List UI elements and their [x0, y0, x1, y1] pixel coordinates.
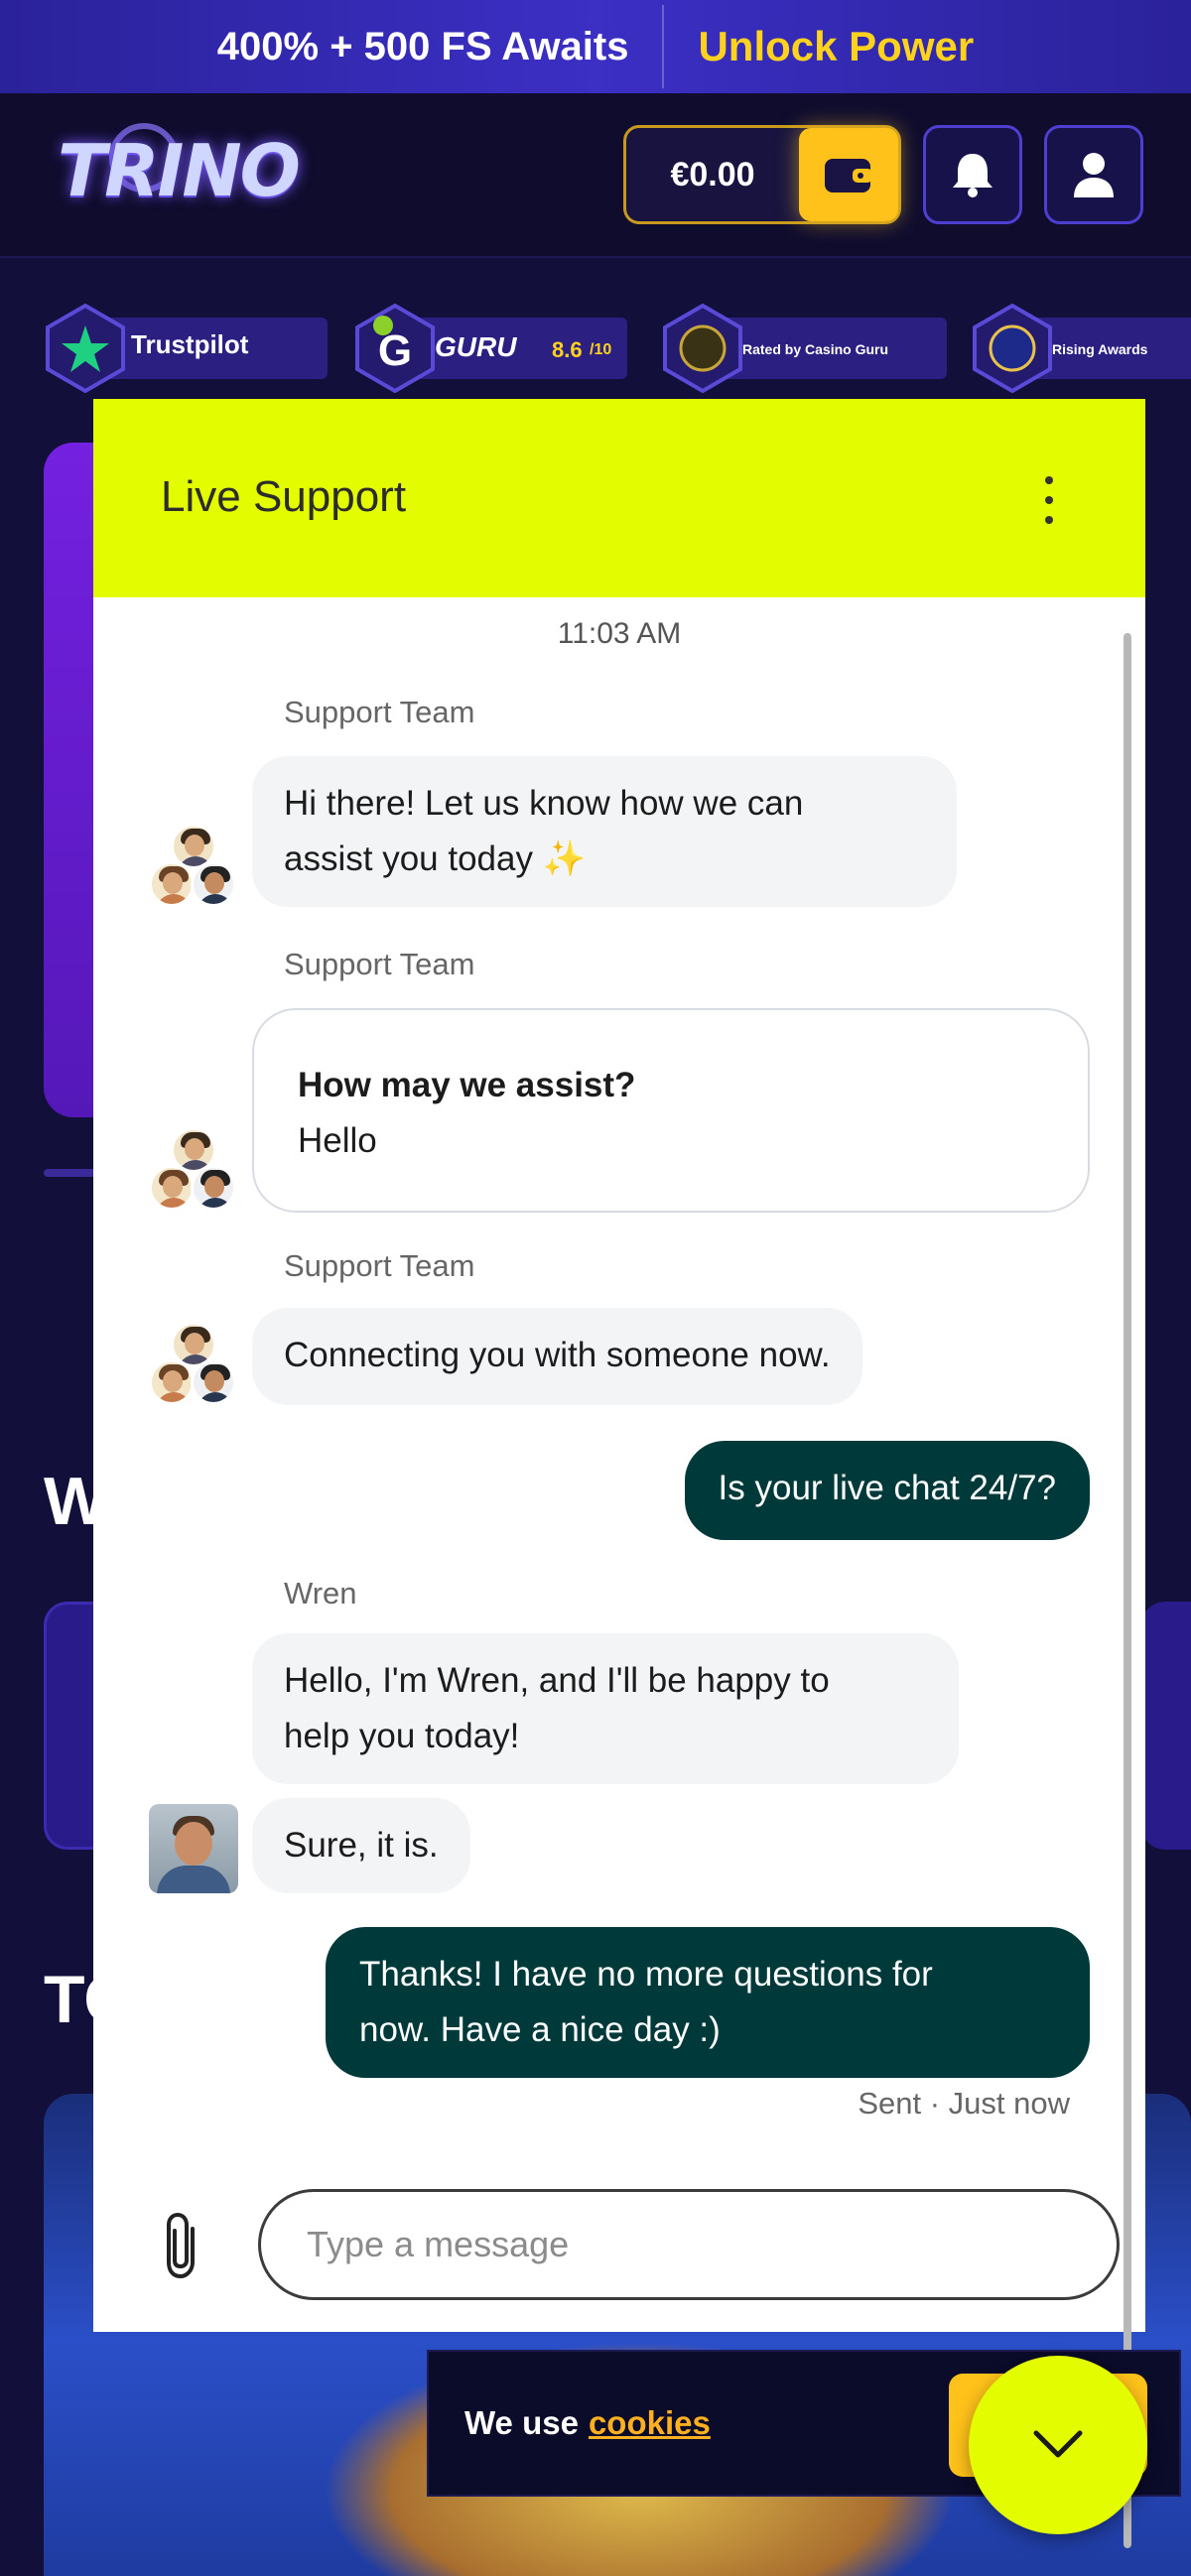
message-bubble: Hello, I'm Wren, and I'll be happy to he… [252, 1633, 959, 1784]
user-icon [1074, 153, 1114, 197]
message-bubble: Connecting you with someone now. [252, 1308, 862, 1405]
sent-status: Sent · Just now [858, 2086, 1070, 2121]
chat-minimize-button[interactable] [969, 2356, 1147, 2534]
message-card: How may we assist? Hello [252, 1008, 1090, 1213]
more-dots-icon-dot [1045, 496, 1053, 504]
agent-avatar [149, 1804, 238, 1893]
message-sender: Support Team [284, 947, 475, 981]
site-logo[interactable]: TRINO [58, 129, 301, 212]
message-bubble: Hi there! Let us know how we can assist … [252, 756, 957, 907]
promo-offer-text: 400% + 500 FS Awaits [216, 24, 629, 68]
chat-menu-button[interactable] [1034, 470, 1064, 530]
more-dots-icon-dot [1045, 516, 1053, 524]
live-support-chat: Live Support 11:03 AM Support Team Hi th… [93, 399, 1145, 2548]
message-text-line: Hi there! Let us know how we can [284, 784, 804, 823]
site-header: TRINO €0.00 [0, 93, 1191, 258]
bell-icon [953, 154, 992, 197]
message-text-line: help you today! [284, 1717, 520, 1755]
trust-badges: Trustpilot GURU 8.6 /10 G Rated by Casin… [40, 304, 1191, 403]
paperclip-icon[interactable] [159, 2211, 208, 2280]
cookie-text: We use [464, 2404, 579, 2441]
wallet-button[interactable] [799, 128, 898, 221]
chat-timestamp: 11:03 AM [557, 617, 682, 650]
award-seal-icon [663, 304, 742, 393]
outgoing-message-bubble: Thanks! I have no more questions for now… [326, 1927, 1090, 2078]
support-team-avatar [149, 824, 238, 913]
message-text-line: Thanks! I have no more questions for [359, 1955, 933, 1994]
notifications-button[interactable] [923, 125, 1022, 224]
game-card-right[interactable] [1141, 1602, 1191, 1850]
chat-title: Live Support [161, 472, 407, 521]
account-button[interactable] [1044, 125, 1143, 224]
message-text-line: now. Have a nice day :) [359, 2010, 721, 2049]
message-sender: Support Team [284, 695, 475, 729]
card-body: Hello [298, 1121, 377, 1160]
wallet-widget[interactable]: €0.00 [623, 125, 901, 224]
chevron-down-icon [1033, 2430, 1083, 2458]
message-sender: Support Team [284, 1248, 475, 1283]
message-input[interactable] [258, 2189, 1120, 2300]
message-text-line: Hello, I'm Wren, and I'll be happy to [284, 1661, 830, 1700]
support-team-avatar [149, 1127, 238, 1217]
support-team-avatar [149, 1322, 238, 1411]
outgoing-message-bubble: Is your live chat 24/7? [684, 1441, 1090, 1540]
card-title: How may we assist? [298, 1066, 636, 1104]
casino-guru-logo-icon: G [355, 304, 435, 393]
chat-scrollbar[interactable] [1122, 633, 1133, 2548]
laurel-award-icon [973, 304, 1052, 393]
wallet-icon [825, 159, 872, 193]
message-sender: Wren [284, 1576, 357, 1610]
message-text-line: assist you today ✨ [284, 839, 587, 878]
chat-header: Live Support [93, 399, 1145, 597]
trustpilot-star-icon [46, 304, 125, 393]
message-bubble: Sure, it is. [252, 1798, 470, 1893]
promo-banner[interactable]: 400% + 500 FS Awaits Unlock Power [0, 0, 1191, 93]
more-dots-icon [1045, 476, 1053, 484]
promo-cta-text[interactable]: Unlock Power [664, 23, 974, 70]
cookie-policy-link[interactable]: cookies [589, 2404, 711, 2442]
wallet-balance: €0.00 [670, 155, 755, 193]
